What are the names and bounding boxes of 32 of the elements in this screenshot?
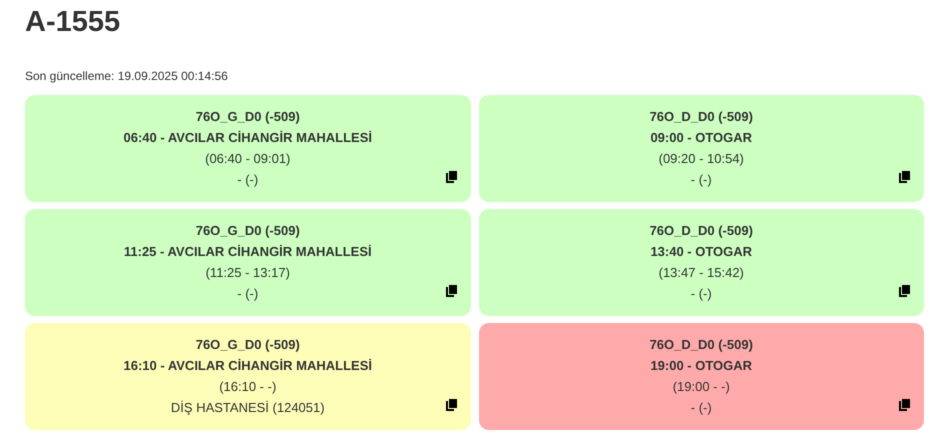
departure-text: 19:00 - OTOGAR xyxy=(650,357,752,375)
copy-icon[interactable] xyxy=(444,284,458,298)
stop-text: - (-) xyxy=(237,285,258,303)
time-range: (13:47 - 15:42) xyxy=(658,264,744,282)
route-code: 76O_D_D0 (-509) xyxy=(650,336,753,354)
departure-text: 16:10 - AVCILAR CİHANGİR MAHALLESİ xyxy=(124,357,372,375)
copy-icon[interactable] xyxy=(898,284,911,298)
route-code: 76O_G_D0 (-509) xyxy=(196,336,300,354)
copy-icon[interactable] xyxy=(898,398,911,412)
last-update-text: Son güncelleme: 19.09.2025 00:14:56 xyxy=(25,68,229,84)
departure-text: 09:00 - OTOGAR xyxy=(650,129,752,147)
departure-text: 06:40 - AVCILAR CİHANGİR MAHALLESİ xyxy=(124,129,372,147)
route-code: 76O_D_D0 (-509) xyxy=(650,108,753,126)
departure-text: 11:25 - AVCILAR CİHANGİR MAHALLESİ xyxy=(124,243,372,261)
copy-icon[interactable] xyxy=(898,170,911,184)
page-title: A-1555 xyxy=(25,5,122,40)
route-code: 76O_D_D0 (-509) xyxy=(650,222,753,240)
time-range: (11:25 - 13:17) xyxy=(206,264,290,282)
stop-text: - (-) xyxy=(690,171,712,189)
time-range: (06:40 - 09:01) xyxy=(205,150,290,168)
copy-icon[interactable] xyxy=(444,398,458,412)
stop-text: - (-) xyxy=(690,399,712,417)
time-range: (16:10 - -) xyxy=(219,378,276,396)
route-code: 76O_G_D0 (-509) xyxy=(196,108,300,126)
time-range: (09:20 - 10:54) xyxy=(658,150,744,168)
stop-text: - (-) xyxy=(690,285,712,303)
stop-text: - (-) xyxy=(237,171,258,189)
route-code: 76O_G_D0 (-509) xyxy=(196,222,300,240)
time-range: (19:00 - -) xyxy=(672,378,730,396)
stop-text: DİŞ HASTANESİ (124051) xyxy=(170,399,325,417)
copy-icon[interactable] xyxy=(444,170,458,184)
departure-text: 13:40 - OTOGAR xyxy=(650,243,752,261)
